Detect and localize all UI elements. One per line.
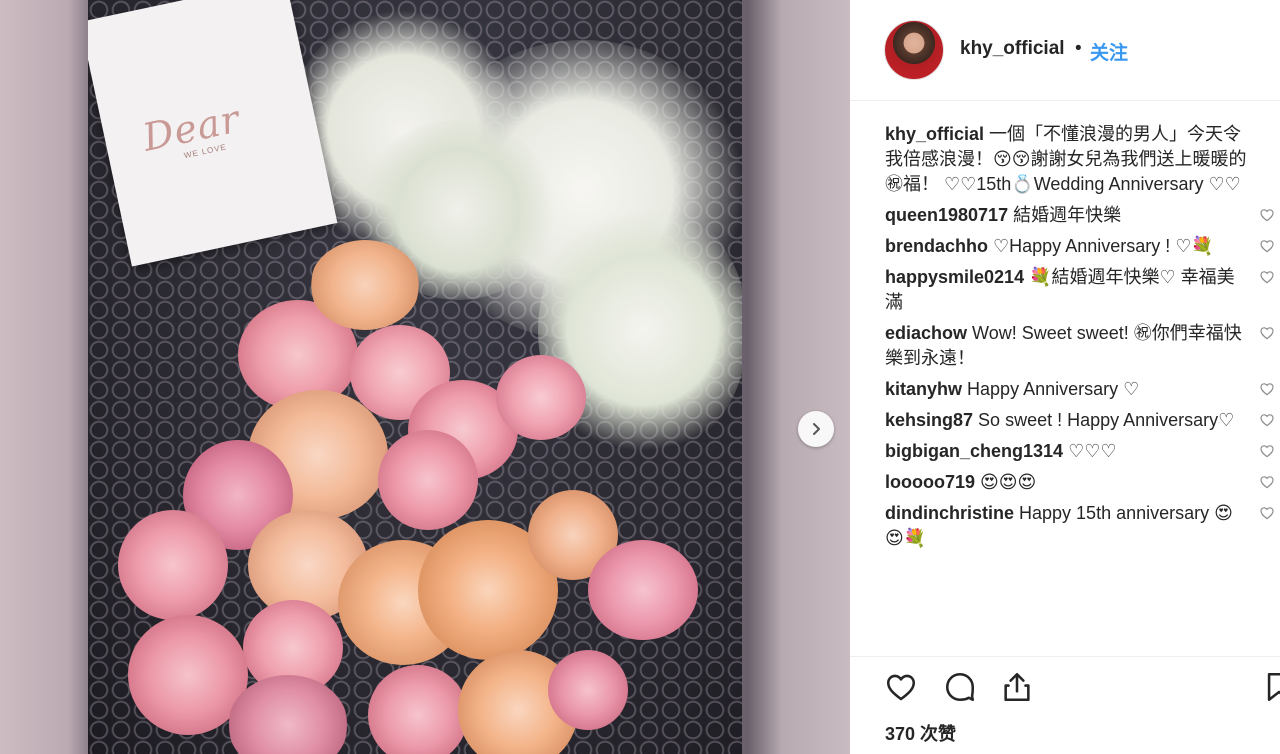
header-separator: • — [1075, 38, 1082, 59]
comment-username[interactable]: kitanyhw — [885, 379, 962, 399]
rose-pink-11 — [368, 665, 468, 754]
comment-like-icon[interactable] — [1259, 474, 1275, 490]
comment-icon — [945, 672, 975, 702]
comment-username[interactable]: kehsing87 — [885, 410, 973, 430]
comment-username[interactable]: bigbigan_cheng1314 — [885, 441, 1063, 461]
comment-username[interactable]: dindinchristine — [885, 503, 1014, 523]
comment-username[interactable]: looooo719 — [885, 472, 975, 492]
action-bar — [884, 670, 1280, 710]
follow-button[interactable]: 关注 — [1090, 38, 1128, 65]
share-button[interactable] — [1000, 670, 1036, 706]
comment-like-icon[interactable] — [1259, 505, 1275, 521]
header-username[interactable]: khy_official — [960, 38, 1065, 60]
actions-divider — [850, 656, 1280, 657]
comment-row: bigbigan_cheng1314 ♡♡♡ — [885, 439, 1277, 464]
comments-list[interactable]: khy_official 一個「不懂浪漫的男人」今天令我倍感浪漫！😚😚謝謝女兒為… — [885, 122, 1277, 656]
bookmark-icon — [1267, 672, 1280, 702]
next-photo-button[interactable] — [798, 411, 834, 447]
comment-row: kehsing87 So sweet ! Happy Anniversary♡ — [885, 408, 1277, 433]
comment-text: ♡♡♡ — [1063, 441, 1117, 461]
rose-pink-7 — [588, 540, 698, 640]
comment-row: ediachow Wow! Sweet sweet! ㊗你們幸福快樂到永遠！ — [885, 321, 1277, 371]
post-photo[interactable]: Dear WE LOVE — [88, 0, 742, 754]
comment-row: queen1980717 結婚週年快樂 — [885, 203, 1277, 228]
comment-row: brendachho ♡Happy Anniversary ! ♡💐 — [885, 234, 1277, 259]
comment-username[interactable]: happysmile0214 — [885, 267, 1024, 287]
rose-pink-12 — [548, 650, 628, 730]
comment-row: dindinchristine Happy 15th anniversary 😍… — [885, 501, 1277, 551]
post-panel: khy_official • 关注 khy_official 一個「不懂浪漫的男… — [850, 0, 1280, 754]
comment-row: looooo719 😍😍😍 — [885, 470, 1277, 495]
like-button[interactable] — [884, 670, 920, 706]
comments-fade — [885, 644, 1277, 656]
comment-text: ♡Happy Anniversary ! ♡💐 — [988, 236, 1214, 256]
rose-pink-4 — [496, 355, 586, 440]
comment-like-icon[interactable] — [1259, 269, 1275, 285]
likes-count[interactable]: 370 次赞 — [885, 720, 956, 746]
comment-like-icon[interactable] — [1259, 443, 1275, 459]
comment-button[interactable] — [943, 670, 979, 706]
comment-like-icon[interactable] — [1259, 325, 1275, 341]
comment-username[interactable]: khy_official — [885, 124, 984, 144]
comment-text: 😍😍😍 — [975, 472, 1037, 492]
comment-row: kitanyhw Happy Anniversary ♡ — [885, 377, 1277, 402]
comment-like-icon[interactable] — [1259, 207, 1275, 223]
rose-pink-5 — [378, 430, 478, 530]
comment-text: Happy Anniversary ♡ — [962, 379, 1140, 399]
comment-like-icon[interactable] — [1259, 412, 1275, 428]
rose-peach-1 — [310, 240, 420, 330]
comment-username[interactable]: brendachho — [885, 236, 988, 256]
comment-username[interactable]: queen1980717 — [885, 205, 1008, 225]
comment-username[interactable]: ediachow — [885, 323, 967, 343]
rose-pink-6 — [118, 510, 228, 620]
chevron-right-icon — [813, 423, 820, 435]
comment-like-icon[interactable] — [1259, 238, 1275, 254]
share-icon — [1004, 672, 1030, 702]
caption: khy_official 一個「不懂浪漫的男人」今天令我倍感浪漫！😚😚謝謝女兒為… — [885, 122, 1277, 197]
heart-icon — [886, 674, 916, 701]
comment-text: 結婚週年快樂 — [1008, 205, 1122, 225]
save-button[interactable] — [1264, 670, 1280, 706]
post-header: khy_official • 关注 — [850, 0, 1280, 101]
comment-row: happysmile0214 💐結婚週年快樂♡ 幸福美滿 — [885, 265, 1277, 315]
avatar[interactable] — [884, 20, 944, 80]
comment-like-icon[interactable] — [1259, 381, 1275, 397]
comment-text: So sweet ! Happy Anniversary♡ — [973, 410, 1235, 430]
